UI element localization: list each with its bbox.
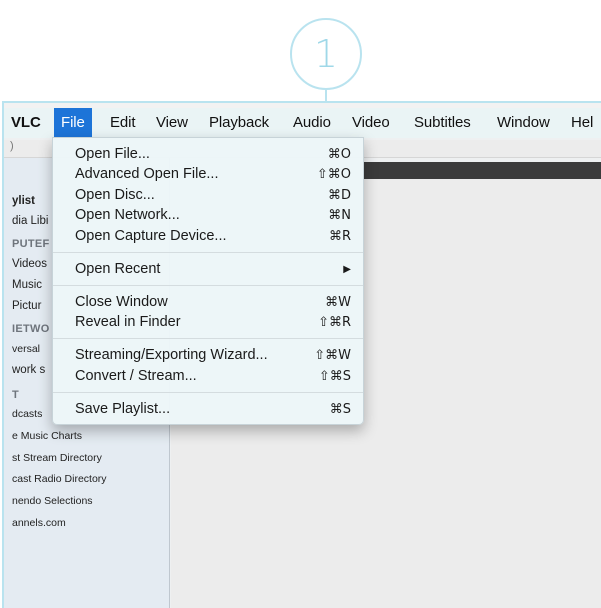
menu-item-label: Close Window [75, 294, 168, 310]
menu-item-convert-stream[interactable]: Convert / Stream... ⇧⌘S [53, 366, 363, 387]
menu-video[interactable]: Video [345, 108, 397, 138]
menu-item-shortcut: ⇧⌘S [318, 369, 351, 384]
menu-item-close-window[interactable]: Close Window ⌘W [53, 292, 363, 313]
toolbar-fragment: ) [10, 140, 14, 152]
menu-separator [53, 392, 363, 393]
menu-item-shortcut: ⇧⌘O [316, 167, 351, 182]
menu-view[interactable]: View [149, 108, 195, 138]
menu-item-label: Open Disc... [75, 187, 155, 203]
sidebar-item-playlist[interactable]: ylist [12, 192, 35, 210]
video-area-header [364, 162, 601, 179]
menu-window[interactable]: Window [490, 108, 557, 138]
submenu-arrow-icon: ▶ [343, 264, 351, 275]
sidebar-heading-network: IETWO [12, 323, 50, 335]
menu-item-shortcut: ⌘O [327, 147, 351, 162]
menu-item-label: Open Capture Device... [75, 228, 227, 244]
menu-item-shortcut: ⇧⌘W [314, 348, 351, 363]
menu-bar: VLC File Edit View Playback Audio Video … [4, 108, 601, 138]
menu-help[interactable]: Hel [564, 108, 600, 138]
sidebar-item-music[interactable]: Music [12, 276, 42, 294]
file-menu-dropdown: Open File... ⌘O Advanced Open File... ⇧⌘… [52, 137, 364, 425]
menu-audio[interactable]: Audio [286, 108, 338, 138]
menu-playback[interactable]: Playback [202, 108, 276, 138]
sidebar-item-universal-plug[interactable]: versal [12, 340, 40, 358]
menu-item-shortcut: ⌘S [329, 402, 351, 417]
sidebar-item-media-library[interactable]: dia Libi [12, 212, 48, 230]
sidebar-heading-internet: T [12, 389, 20, 401]
sidebar-item-stream-directory[interactable]: st Stream Directory [12, 449, 102, 467]
sidebar-item-radio-directory[interactable]: cast Radio Directory [12, 470, 107, 488]
sidebar-item-podcasts[interactable]: dcasts [12, 405, 42, 423]
menu-item-label: Open Recent [75, 261, 161, 277]
sidebar-item-videos[interactable]: Videos [12, 255, 47, 273]
menu-item-label: Advanced Open File... [75, 166, 219, 182]
menu-file[interactable]: File [54, 108, 92, 138]
menu-separator [53, 252, 363, 253]
menu-item-open-capture-device[interactable]: Open Capture Device... ⌘R [53, 226, 363, 247]
menu-item-label: Reveal in Finder [75, 314, 181, 330]
menu-item-streaming-exporting-wizard[interactable]: Streaming/Exporting Wizard... ⇧⌘W [53, 345, 363, 366]
sidebar-item-network-streams[interactable]: work s [12, 361, 45, 379]
menu-item-advanced-open-file[interactable]: Advanced Open File... ⇧⌘O [53, 164, 363, 185]
menu-item-shortcut: ⌘D [327, 188, 351, 203]
menu-item-label: Convert / Stream... [75, 368, 197, 384]
menu-item-reveal-in-finder[interactable]: Reveal in Finder ⇧⌘R [53, 312, 363, 333]
sidebar-heading-computer: PUTEF [12, 238, 50, 250]
menu-separator [53, 285, 363, 286]
sidebar-item-pictures[interactable]: Pictur [12, 297, 41, 315]
menu-item-shortcut: ⇧⌘R [318, 315, 351, 330]
menu-item-shortcut: ⌘W [325, 295, 351, 310]
menu-item-open-file[interactable]: Open File... ⌘O [53, 144, 363, 165]
menu-item-label: Open File... [75, 146, 150, 162]
menu-item-shortcut: ⌘N [328, 208, 351, 223]
menu-separator [53, 338, 363, 339]
menu-edit[interactable]: Edit [103, 108, 142, 138]
sidebar-item-channels[interactable]: annels.com [12, 514, 66, 532]
sidebar-item-music-charts[interactable]: e Music Charts [12, 427, 82, 445]
menu-item-label: Open Network... [75, 207, 180, 223]
menu-item-label: Streaming/Exporting Wizard... [75, 347, 268, 363]
menu-subtitles[interactable]: Subtitles [407, 108, 478, 138]
menu-item-open-recent[interactable]: Open Recent ▶ [53, 259, 363, 280]
menu-item-label: Save Playlist... [75, 401, 171, 417]
menu-item-shortcut: ⌘R [328, 229, 351, 244]
menu-item-save-playlist[interactable]: Save Playlist... ⌘S [53, 399, 363, 420]
menu-vlc[interactable]: VLC [4, 108, 48, 138]
menu-item-open-network[interactable]: Open Network... ⌘N [53, 205, 363, 226]
sidebar-item-selections[interactable]: nendo Selections [12, 492, 93, 510]
step-number-badge: 1 [290, 18, 362, 90]
menu-item-open-disc[interactable]: Open Disc... ⌘D [53, 185, 363, 206]
